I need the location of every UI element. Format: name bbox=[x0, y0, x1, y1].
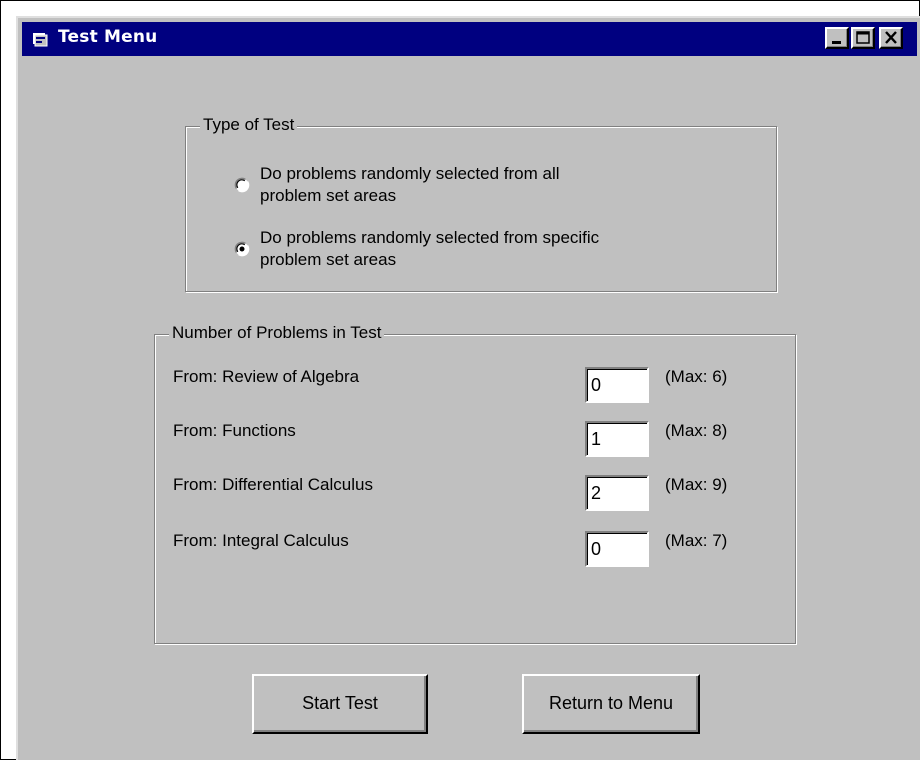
start-test-button[interactable]: Start Test bbox=[252, 674, 428, 734]
maximize-icon bbox=[856, 31, 870, 44]
functions-count-input[interactable]: 1 bbox=[585, 421, 649, 457]
app-icon bbox=[32, 31, 48, 47]
max-label: (Max: 6) bbox=[665, 367, 728, 386]
number-of-problems-label: Number of Problems in Test bbox=[169, 323, 385, 343]
number-of-problems-group: Number of Problems in Test From: Review … bbox=[154, 323, 796, 644]
radio-label-specific-areas: Do problems randomly selected from speci… bbox=[260, 227, 720, 271]
problem-area-label: From: Review of Algebra bbox=[173, 367, 360, 386]
radio-selected-icon[interactable] bbox=[234, 241, 250, 257]
problem-area-label: From: Integral Calculus bbox=[173, 531, 349, 550]
return-to-menu-button[interactable]: Return to Menu bbox=[522, 674, 700, 734]
problem-area-label: From: Differential Calculus bbox=[173, 475, 373, 494]
radio-label-line: problem set areas bbox=[260, 186, 397, 205]
algebra-count-input[interactable]: 0 bbox=[585, 367, 649, 403]
minimize-button[interactable] bbox=[825, 27, 849, 49]
type-of-test-group: Type of Test Do problems randomly select… bbox=[185, 115, 777, 292]
title-bar[interactable]: Test Menu bbox=[22, 22, 917, 56]
max-label: (Max: 8) bbox=[665, 421, 728, 440]
problem-row-algebra: From: Review of Algebra 0 (Max: 6) bbox=[173, 357, 773, 403]
problem-row-differential-calculus: From: Differential Calculus 2 (Max: 9) bbox=[173, 465, 773, 511]
radio-label-line: Do problems randomly selected from all bbox=[260, 164, 560, 183]
differential-calculus-count-input[interactable]: 2 bbox=[585, 475, 649, 511]
problem-area-label: From: Functions bbox=[173, 421, 296, 440]
problem-row-functions: From: Functions 1 (Max: 8) bbox=[173, 411, 773, 457]
radio-label-line: Do problems randomly selected from speci… bbox=[260, 228, 600, 247]
close-icon bbox=[885, 31, 897, 44]
window-title: Test Menu bbox=[58, 27, 158, 47]
integral-calculus-count-input[interactable]: 0 bbox=[585, 531, 649, 567]
max-label: (Max: 7) bbox=[665, 531, 728, 550]
minimize-icon bbox=[832, 41, 841, 44]
radio-unselected-icon[interactable] bbox=[234, 177, 250, 193]
maximize-button[interactable] bbox=[851, 27, 875, 49]
radio-label-line: problem set areas bbox=[260, 250, 397, 269]
problem-row-integral-calculus: From: Integral Calculus 0 (Max: 7) bbox=[173, 521, 773, 567]
close-button[interactable] bbox=[879, 27, 903, 49]
type-of-test-label: Type of Test bbox=[200, 115, 298, 135]
max-label: (Max: 9) bbox=[665, 475, 728, 494]
test-menu-window: Test Menu Type of Test Do problems rando… bbox=[16, 16, 920, 760]
radio-label-all-areas: Do problems randomly selected from all p… bbox=[260, 163, 720, 207]
